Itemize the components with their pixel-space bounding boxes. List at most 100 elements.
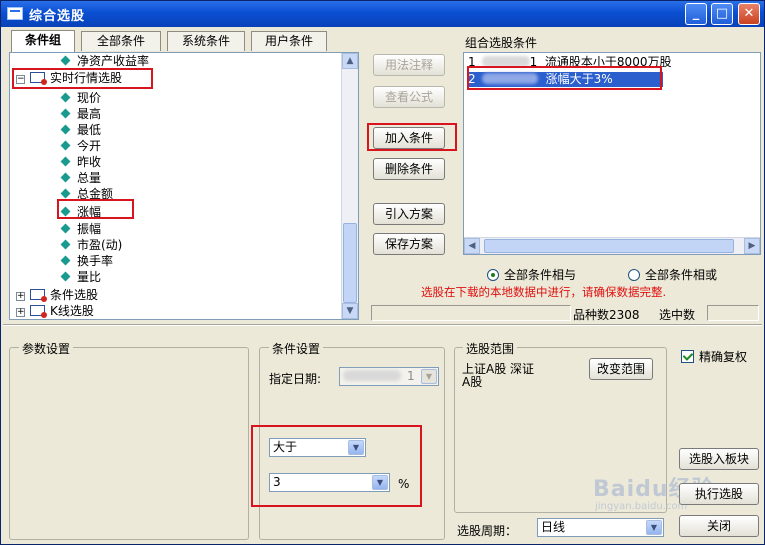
blurred-text	[481, 73, 538, 84]
chevron-down-icon[interactable]: ▼	[348, 440, 364, 455]
list-item[interactable]: 11 流通股本小于8000万股	[468, 55, 671, 70]
maximize-icon: □	[715, 6, 729, 21]
indicator-icon	[60, 223, 71, 234]
divider	[3, 324, 762, 326]
collapse-icon[interactable]: −	[16, 75, 25, 84]
scroll-up-icon[interactable]: ▲	[342, 53, 358, 69]
tab-user-conditions[interactable]: 用户条件	[251, 31, 327, 51]
list-item-selected[interactable]: 2 涨幅大于3%	[468, 72, 663, 87]
value-combobox[interactable]: 3 ▼	[269, 473, 390, 492]
radio-checked-icon	[487, 269, 499, 281]
scroll-down-icon[interactable]: ▼	[342, 303, 358, 319]
radio-all-and[interactable]: 全部条件相与	[487, 266, 576, 283]
indicator-icon	[60, 271, 71, 282]
tree-item[interactable]: 振幅	[60, 221, 101, 237]
indicator-icon	[60, 124, 71, 135]
date-dropdown[interactable]: 1 ▼	[339, 367, 439, 386]
params-group	[9, 347, 249, 540]
scroll-left-icon[interactable]: ◀	[464, 238, 480, 254]
chevron-down-icon[interactable]: ▼	[421, 369, 437, 384]
save-scheme-button[interactable]: 保存方案	[373, 233, 445, 255]
change-range-button[interactable]: 改变范围	[589, 358, 653, 380]
data-notice: 选股在下载的本地数据中进行，请确保数据完整.	[421, 285, 667, 299]
scroll-right-icon[interactable]: ▶	[744, 238, 760, 254]
expand-icon[interactable]: +	[16, 292, 25, 301]
indicator-icon	[60, 255, 71, 266]
chevron-down-icon[interactable]: ▼	[372, 475, 388, 490]
indicator-icon	[60, 92, 71, 103]
import-scheme-button[interactable]: 引入方案	[373, 203, 445, 225]
operator-dropdown[interactable]: 大于 ▼	[269, 438, 366, 457]
percent-unit: %	[398, 477, 410, 491]
expand-icon[interactable]: +	[16, 308, 25, 317]
indicator-icon	[60, 172, 71, 183]
indicator-icon	[60, 140, 71, 151]
period-dropdown[interactable]: 日线 ▼	[537, 518, 664, 537]
scroll-thumb[interactable]	[484, 239, 734, 253]
checkbox-checked-icon	[681, 350, 694, 363]
tree-item[interactable]: 现价	[60, 90, 101, 106]
add-condition-button[interactable]: 加入条件	[373, 127, 445, 149]
indicator-icon	[60, 156, 71, 167]
tab-all-conditions[interactable]: 全部条件	[81, 31, 161, 51]
folder-icon	[30, 72, 47, 85]
tree-item[interactable]: 总量	[60, 170, 101, 186]
combo-condition-list[interactable]: 11 流通股本小于8000万股 2 涨幅大于3% ◀ ▶	[463, 52, 761, 255]
usage-notes-button[interactable]: 用法注释	[373, 54, 445, 76]
folder-icon	[30, 305, 47, 318]
tree-item[interactable]: 今开	[60, 138, 101, 154]
window-title: 综合选股	[29, 9, 86, 24]
combo-title: 组合选股条件	[465, 36, 538, 50]
tree-item[interactable]: 最低	[60, 122, 101, 138]
run-selection-button[interactable]: 执行选股	[679, 483, 759, 505]
title-bar[interactable]: 综合选股 _ □ ✕	[1, 1, 764, 27]
tab-system-conditions[interactable]: 系统条件	[167, 31, 245, 51]
tree-item-rise-pct[interactable]: 涨幅	[60, 204, 101, 220]
params-title: 参数设置	[19, 340, 74, 357]
maximize-button[interactable]: □	[711, 3, 733, 25]
chevron-down-icon[interactable]: ▼	[646, 520, 662, 535]
delete-condition-button[interactable]: 删除条件	[373, 158, 445, 180]
count-label: 品种数2308	[573, 308, 640, 322]
tree-item[interactable]: 最高	[60, 106, 101, 122]
condition-tree[interactable]: 净资产收益率 − 实时行情选股 现价 最高 最低 今开 昨收 总量 总金额 涨幅 …	[9, 52, 359, 320]
date-label: 指定日期:	[269, 372, 322, 386]
range-text-2: A股	[462, 375, 483, 389]
close-icon: ✕	[743, 6, 755, 21]
add-to-block-button[interactable]: 选股入板块	[679, 448, 759, 470]
selected-label: 选中数	[659, 308, 696, 322]
baidu-watermark-url: jingyan.baidu.com	[595, 501, 688, 512]
scroll-thumb[interactable]	[343, 223, 357, 303]
minimize-icon: _	[692, 6, 700, 21]
condition-settings-title: 条件设置	[269, 340, 324, 357]
combo-hscrollbar[interactable]: ◀ ▶	[464, 237, 760, 254]
tree-item[interactable]: 总金额	[60, 186, 113, 202]
minimize-button[interactable]: _	[685, 3, 707, 25]
tree-group-realtime[interactable]: − 实时行情选股	[16, 70, 122, 86]
period-label: 选股周期：	[457, 524, 518, 538]
tree-group-kline[interactable]: + K线选股	[16, 303, 94, 319]
blurred-text	[343, 370, 401, 381]
progress-bar	[371, 305, 571, 321]
tree-scrollbar[interactable]: ▲ ▼	[341, 53, 358, 319]
app-icon	[7, 7, 23, 20]
indicator-icon	[60, 108, 71, 119]
tree-item-partial[interactable]: 净资产收益率	[60, 53, 149, 69]
view-formula-button[interactable]: 查看公式	[373, 86, 445, 108]
close-window-button[interactable]: ✕	[738, 3, 760, 25]
tree-item[interactable]: 市盈(动)	[60, 237, 122, 253]
tree-item[interactable]: 换手率	[60, 253, 113, 269]
selected-count-field	[707, 305, 759, 321]
range-title: 选股范围	[463, 340, 518, 357]
indicator-icon	[60, 239, 71, 250]
tree-item[interactable]: 量比	[60, 269, 101, 285]
blurred-text	[481, 56, 530, 67]
tab-condition-group[interactable]: 条件组	[11, 30, 75, 52]
indicator-icon	[60, 55, 71, 66]
precise-adjust-checkbox[interactable]: 精确复权	[681, 348, 747, 365]
tree-item[interactable]: 昨收	[60, 154, 101, 170]
radio-all-or[interactable]: 全部条件相或	[628, 266, 717, 283]
tree-group-condition[interactable]: + 条件选股	[16, 287, 98, 303]
close-button[interactable]: 关闭	[679, 515, 759, 537]
radio-unchecked-icon	[628, 269, 640, 281]
